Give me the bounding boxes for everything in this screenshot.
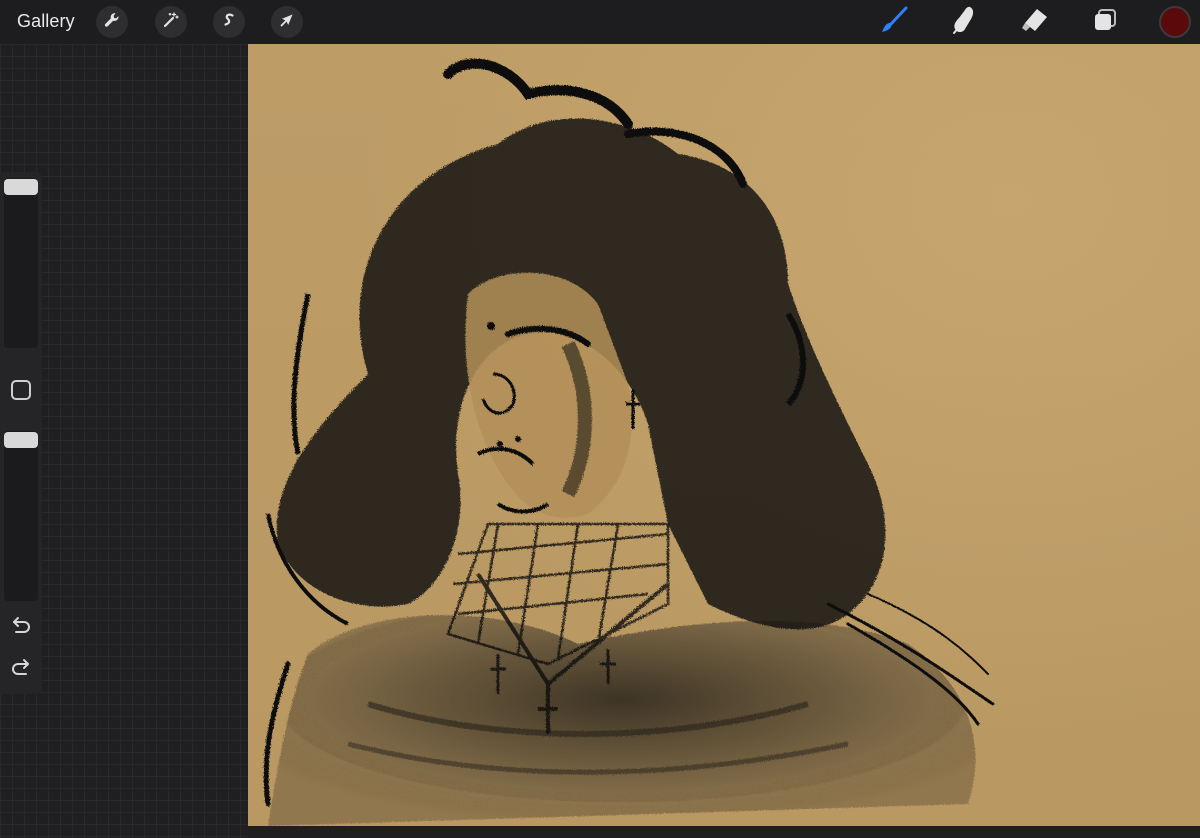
smudge-finger-icon: [950, 5, 978, 40]
layers-icon: [1092, 7, 1118, 38]
magic-wand-icon: [162, 11, 180, 34]
smudge-tool-button[interactable]: [947, 5, 981, 39]
selection-button[interactable]: [213, 6, 245, 38]
brush-icon: [879, 5, 909, 40]
adjustments-button[interactable]: [155, 6, 187, 38]
undo-arrow-icon: [10, 616, 32, 639]
arrow-cursor-icon: [278, 11, 296, 34]
wrench-icon: [103, 11, 121, 34]
artwork-sketch: [263, 58, 995, 826]
color-picker-button[interactable]: [1159, 6, 1191, 38]
undo-button[interactable]: [9, 615, 33, 639]
redo-arrow-icon: [10, 658, 32, 681]
eraser-icon: [1019, 7, 1049, 38]
clothing-mass: [268, 615, 976, 826]
opacity-slider-thumb[interactable]: [4, 432, 38, 448]
actions-button[interactable]: [96, 6, 128, 38]
left-sidebar: [0, 172, 42, 694]
eraser-tool-button[interactable]: [1017, 5, 1051, 39]
square-modify-icon[interactable]: [11, 380, 31, 400]
gallery-button[interactable]: Gallery: [17, 11, 75, 32]
brush-size-slider-thumb[interactable]: [4, 179, 38, 195]
top-toolbar: Gallery: [0, 0, 1200, 44]
drawing-canvas[interactable]: [248, 44, 1200, 826]
layers-button[interactable]: [1088, 5, 1122, 39]
brush-size-slider[interactable]: [4, 178, 38, 348]
transform-button[interactable]: [271, 6, 303, 38]
selection-s-icon: [220, 11, 238, 34]
opacity-slider[interactable]: [4, 431, 38, 601]
brush-tool-button[interactable]: [877, 5, 911, 39]
redo-button[interactable]: [9, 657, 33, 681]
canvas-backdrop-bottom: [248, 826, 1200, 838]
